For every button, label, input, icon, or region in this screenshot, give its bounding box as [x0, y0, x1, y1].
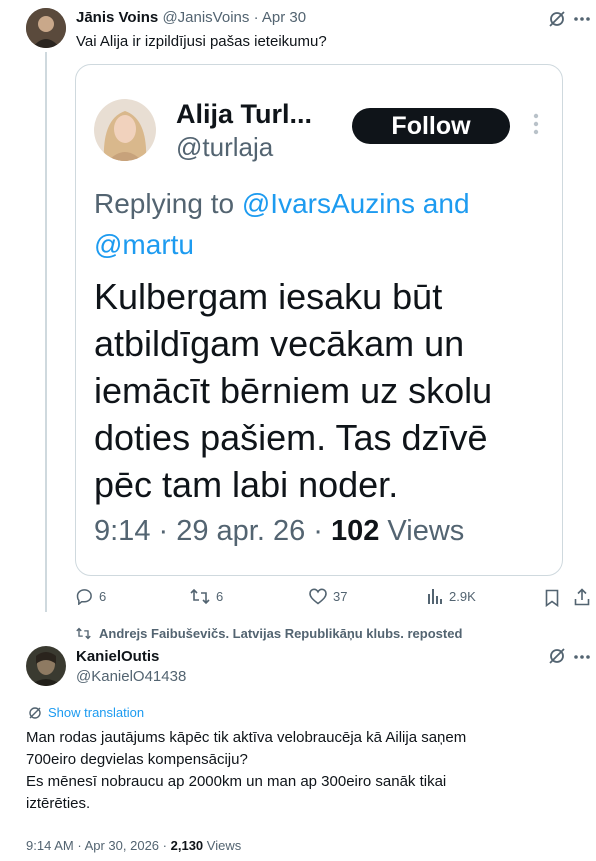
repost-icon	[190, 588, 210, 605]
text-line: 700eiro degvielas kompensāciju?	[26, 751, 248, 768]
repost-banner-text: Andrejs Faibuševičs. Latvijas Republikāņ…	[99, 626, 463, 641]
quoted-image[interactable]: Alija Turl... @turlaja Follow Replying t…	[75, 64, 563, 576]
grok-icon[interactable]	[547, 9, 567, 29]
body-line: doties pašiem. Tas dzīvē	[94, 417, 488, 458]
tweet-date[interactable]: Apr 30, 2026	[85, 838, 159, 853]
analytics-icon	[427, 588, 443, 605]
translate-icon	[28, 706, 42, 720]
heart-icon	[309, 588, 327, 605]
avatar-janis[interactable]	[26, 8, 66, 48]
repost-icon	[76, 627, 91, 640]
more-icon[interactable]	[574, 654, 590, 660]
body-line: pēc tam labi noder.	[94, 464, 399, 505]
separator: ·	[253, 9, 259, 26]
avatar-alija	[94, 99, 156, 161]
views-count: 2,130	[170, 838, 204, 853]
tweet-time[interactable]: 9:14 AM	[26, 838, 74, 853]
quoted-views-count: 102	[330, 515, 380, 547]
separator: ·	[77, 838, 82, 853]
like-count: 37	[333, 589, 348, 604]
avatar-kaniel[interactable]	[26, 646, 66, 686]
tweet-text: Vai Alija ir izpildījusi pašas ieteikumu…	[76, 33, 327, 50]
share-icon[interactable]	[574, 588, 590, 606]
tweet-meta: 9:14 AM · Apr 30, 2026 · 2,130 Views	[26, 838, 241, 853]
quoted-views-label: Views	[379, 515, 465, 547]
quoted-time: 9:14 · 29 apr. 26 ·	[94, 515, 331, 547]
tweet-text: Man rodas jautājums kāpēc tik aktīva vel…	[26, 727, 466, 815]
author-name[interactable]: Jānis Voins	[76, 9, 158, 26]
reply-icon	[76, 588, 93, 605]
like-button[interactable]: 37	[309, 588, 347, 605]
quoted-handle: @turlaja	[176, 132, 274, 162]
views-button[interactable]: 2.9K	[427, 588, 476, 605]
thread-line	[45, 52, 47, 612]
reply-count: 6	[99, 589, 107, 604]
separator: ·	[162, 838, 167, 853]
author-name[interactable]: KanielOutis	[76, 648, 159, 665]
reply-button[interactable]: 6	[76, 588, 106, 605]
body-line: atbildīgam vecākam un	[94, 323, 465, 364]
text-line: Es mēnesī nobraucu ap 2000km un man ap 3…	[26, 773, 447, 790]
replying-to-label: Replying to	[94, 188, 242, 219]
quoted-name: Alija Turl...	[176, 99, 313, 129]
reply-mention: @martu	[94, 229, 194, 260]
author-handle[interactable]: @JanisVoins	[162, 9, 249, 26]
body-line: Kulbergam iesaku būt	[94, 276, 443, 317]
text-line: iztērēties.	[26, 795, 91, 812]
reply-mention: @IvarsAuzins and	[241, 188, 470, 219]
text-line: Man rodas jautājums kāpēc tik aktīva vel…	[26, 729, 467, 746]
body-line: iemācīt bērniem uz skolu	[94, 370, 493, 411]
tweet-date[interactable]: Apr 30	[262, 9, 306, 26]
grok-icon[interactable]	[547, 646, 567, 666]
views-label: Views	[206, 838, 242, 853]
views-count: 2.9K	[449, 589, 476, 604]
show-translation-label: Show translation	[48, 705, 145, 720]
quoted-more-icon	[533, 113, 539, 135]
repost-button[interactable]: 6	[190, 588, 223, 605]
repost-count: 6	[216, 589, 224, 604]
author-handle[interactable]: @KanielO41438	[76, 668, 186, 685]
show-translation-link[interactable]: Show translation	[28, 705, 144, 720]
quoted-meta: 9:14 · 29 apr. 26 · 102 Views	[94, 515, 464, 548]
more-icon[interactable]	[574, 16, 590, 22]
repost-banner[interactable]: Andrejs Faibuševičs. Latvijas Republikāņ…	[76, 626, 462, 641]
quoted-body: Kulbergam iesaku būt atbildīgam vecākam …	[94, 273, 492, 508]
bookmark-icon[interactable]	[545, 589, 559, 607]
follow-button: Follow	[352, 108, 510, 144]
